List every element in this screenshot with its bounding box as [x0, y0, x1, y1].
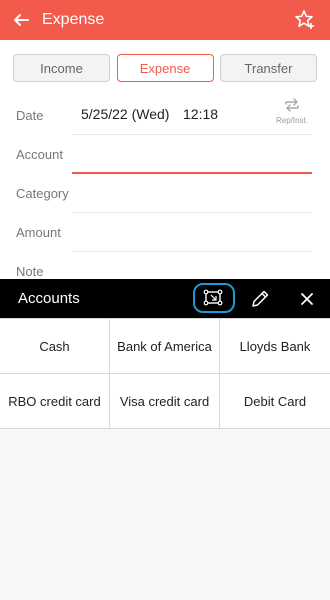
arrange-icon [203, 289, 223, 306]
account-label: Account [16, 147, 63, 162]
date-value[interactable]: 5/25/22 (Wed) [81, 106, 169, 122]
amount-row[interactable]: Amount [0, 213, 330, 252]
tab-transfer[interactable]: Transfer [220, 54, 317, 82]
amount-label: Amount [16, 225, 61, 240]
repeat-button[interactable]: Rep/Inst. [272, 96, 312, 125]
back-button[interactable] [0, 0, 42, 40]
repeat-icon [285, 98, 299, 112]
repeat-label: Rep/Inst. [275, 116, 308, 125]
account-option-bank-of-america[interactable]: Bank of America [110, 319, 220, 374]
pencil-icon[interactable] [249, 288, 271, 310]
account-option-cash[interactable]: Cash [0, 319, 110, 374]
app-bar: Expense [0, 0, 330, 40]
date-row: Date 5/25/22 (Wed) 12:18 Rep/Inst. [0, 96, 330, 135]
account-row[interactable]: Account [0, 135, 330, 174]
arrow-left-icon [14, 14, 29, 26]
page-title: Expense [42, 11, 105, 28]
date-label: Date [16, 108, 44, 123]
tab-expense[interactable]: Expense [116, 54, 214, 82]
account-option-rbo-credit-card[interactable]: RBO credit card [0, 374, 110, 429]
star-plus-icon[interactable] [294, 9, 316, 31]
account-option-lloyds-bank[interactable]: Lloyds Bank [220, 319, 330, 374]
account-option-debit-card[interactable]: Debit Card [220, 374, 330, 429]
picker-title: Accounts [18, 290, 80, 307]
tab-income[interactable]: Income [13, 54, 110, 82]
time-value[interactable]: 12:18 [183, 106, 218, 122]
category-row[interactable]: Category [0, 174, 330, 213]
accounts-grid: Cash Bank of America Lloyds Bank RBO cre… [0, 318, 330, 429]
transaction-type-tabs: Income Expense Transfer [13, 54, 317, 82]
transaction-form: Income Expense Transfer Date 5/25/22 (We… [0, 40, 330, 280]
close-icon[interactable] [296, 288, 318, 310]
account-option-visa-credit-card[interactable]: Visa credit card [110, 374, 220, 429]
accounts-picker-bar: Accounts [0, 279, 330, 318]
arrange-button[interactable] [193, 283, 235, 313]
note-label: Note [16, 264, 44, 279]
category-label: Category [16, 186, 69, 201]
